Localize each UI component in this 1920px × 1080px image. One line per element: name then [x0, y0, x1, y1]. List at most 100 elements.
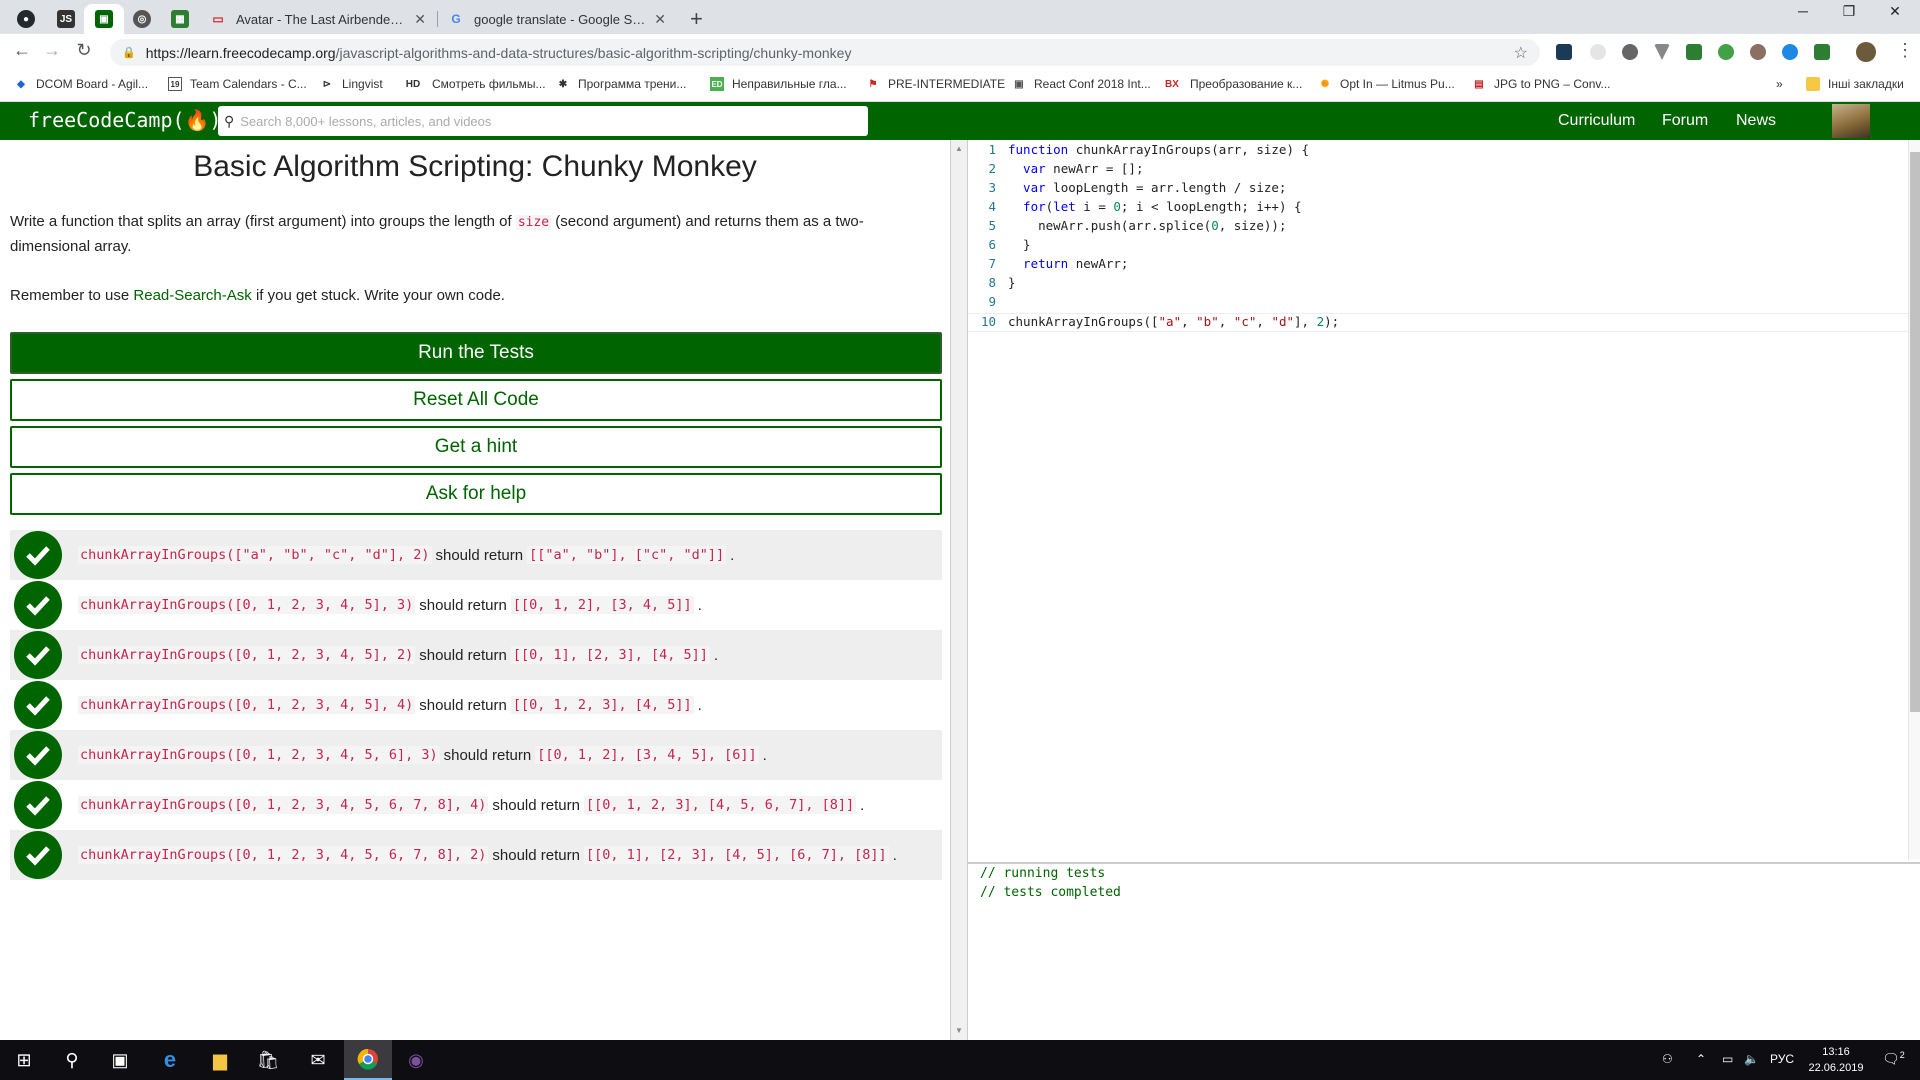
ed-icon: ED	[710, 77, 724, 91]
test-expected: [[0, 1], [2, 3], [4, 5], [6, 7], [8]]	[583, 846, 889, 864]
bookmark-item[interactable]: HD Смотреть фильмы...	[402, 77, 546, 91]
google-icon: G	[451, 12, 461, 26]
code-text: chunkArrayInGroups(arr, size) {	[1068, 142, 1310, 157]
pinned-tab-circle[interactable]: ◎	[122, 4, 162, 34]
search-icon[interactable]: ⚲	[48, 1040, 96, 1080]
bookmark-label: Неправильные гла...	[732, 77, 847, 91]
close-icon[interactable]: ✕	[414, 11, 426, 28]
test-end: .	[697, 596, 702, 614]
extension-badge-icon[interactable]	[1814, 44, 1830, 60]
bookmark-item[interactable]: ✱ Программа трени...	[556, 77, 687, 91]
reload-button[interactable]: ↻	[72, 40, 96, 61]
bookmark-item[interactable]: 19 Team Calendars - C...	[168, 77, 307, 91]
notifications-icon[interactable]: 🗨2	[1882, 1050, 1905, 1068]
user-avatar[interactable]	[1832, 104, 1870, 138]
vue-extension-icon[interactable]	[1654, 44, 1670, 60]
code-text: (	[1045, 199, 1054, 214]
address-bar[interactable]: 🔒 https://learn.freecodecamp.org/javascr…	[110, 39, 1540, 66]
jira-icon: ◆	[17, 78, 25, 90]
bookmark-star-icon[interactable]: ☆	[1514, 43, 1528, 63]
extension-icon[interactable]	[1782, 44, 1798, 60]
code-line: 2 var newArr = [];	[968, 161, 1908, 180]
line-number: 7	[988, 256, 996, 271]
forward-button[interactable]: →	[40, 40, 64, 61]
chevron-up-icon[interactable]: ⌃	[1696, 1052, 1706, 1066]
litmus-icon: ✺	[1320, 78, 1330, 90]
mail-icon[interactable]: ✉	[294, 1040, 342, 1080]
windows-start-icon[interactable]: ⊞	[0, 1040, 48, 1080]
fcc-logo[interactable]: freeCodeCamp(🔥)	[28, 108, 221, 132]
line-number: 8	[988, 275, 996, 290]
tab-google-search[interactable]: G google translate - Google Search ✕	[438, 4, 676, 34]
get-hint-button[interactable]: Get a hint	[10, 426, 942, 468]
back-button[interactable]: ←	[10, 40, 34, 61]
tab-avatar[interactable]: ▭ Avatar - The Last Airbender / Ав ✕	[200, 4, 436, 34]
pinned-tab-js[interactable]: JS	[46, 4, 86, 34]
line-number: 3	[988, 180, 996, 195]
scrollbar-thumb[interactable]	[1910, 152, 1920, 712]
extension-icon[interactable]	[1622, 44, 1638, 60]
bookmark-item[interactable]: ED Неправильные гла...	[710, 77, 847, 91]
bookmark-item[interactable]: ▣ React Conf 2018 Int...	[1012, 77, 1150, 91]
nav-forum[interactable]: Forum	[1662, 112, 1708, 130]
pane-splitter[interactable]: ▲ ▼	[950, 140, 968, 1040]
scroll-down-icon[interactable]: ▼	[955, 1026, 963, 1035]
bookmark-item[interactable]: ◆ DCOM Board - Agil...	[14, 77, 148, 91]
recycle-extension-icon[interactable]	[1718, 44, 1734, 60]
language-indicator[interactable]: РУС	[1770, 1052, 1794, 1066]
pinned-tab-freecodecamp[interactable]: ▣	[84, 4, 124, 34]
other-bookmarks[interactable]: Інші закладки	[1806, 77, 1904, 91]
scroll-up-icon[interactable]: ▲	[955, 144, 963, 153]
volume-icon[interactable]: 🔈	[1744, 1052, 1759, 1066]
bookmark-item[interactable]: ⊳ Lingvist	[320, 77, 383, 91]
people-icon[interactable]: ⚇	[1662, 1052, 1673, 1066]
edge-icon[interactable]: e	[146, 1040, 194, 1080]
code-text: }	[1008, 275, 1016, 290]
read-search-ask-link[interactable]: Read-Search-Ask	[133, 287, 251, 304]
close-window-button[interactable]: ✕	[1872, 3, 1918, 20]
react-devtools-extension-icon[interactable]	[1556, 44, 1572, 60]
bug-icon: ✱	[558, 78, 568, 90]
extension-icon[interactable]	[1750, 44, 1766, 60]
extension-icon[interactable]	[1590, 44, 1606, 60]
search-input[interactable]	[240, 113, 841, 129]
nav-news[interactable]: News	[1736, 112, 1776, 130]
code-text: ; i < loopLength; i++) {	[1120, 199, 1302, 214]
profile-avatar[interactable]	[1856, 42, 1876, 62]
minimize-button[interactable]: ─	[1780, 3, 1826, 19]
pinned-tab-sheet[interactable]: ▦	[160, 4, 200, 34]
bookmarks-overflow-button[interactable]: »	[1776, 77, 1783, 91]
nav-curriculum[interactable]: Curriculum	[1558, 112, 1635, 130]
network-icon[interactable]: ▭	[1722, 1052, 1733, 1066]
ask-for-help-button[interactable]: Ask for help	[10, 473, 942, 515]
task-view-icon[interactable]: ▣	[96, 1040, 144, 1080]
extension-icon[interactable]	[1686, 44, 1702, 60]
code-text: );	[1324, 314, 1340, 329]
close-icon[interactable]: ✕	[654, 11, 666, 28]
restore-button[interactable]: ❐	[1826, 3, 1872, 20]
check-icon	[14, 831, 62, 879]
store-icon[interactable]: 🛍	[244, 1040, 292, 1080]
bookmark-item[interactable]: ⚑ PRE-INTERMEDIATE	[866, 77, 1006, 91]
hd-icon: HD	[405, 78, 421, 90]
viber-icon[interactable]: ◉	[392, 1040, 440, 1080]
file-explorer-icon[interactable]: ▆	[196, 1040, 244, 1080]
code-line: 1 function chunkArrayInGroups(arr, size) …	[968, 142, 1908, 161]
clock[interactable]: 13:16 22.06.2019	[1806, 1044, 1866, 1076]
chrome-icon[interactable]	[344, 1040, 392, 1080]
reset-code-button[interactable]: Reset All Code	[10, 379, 942, 421]
notification-count: 2	[1899, 1050, 1905, 1060]
chrome-menu-icon[interactable]: ⋮	[1896, 40, 1914, 61]
pinned-tab-github[interactable]: ●	[6, 4, 46, 34]
bookmark-item[interactable]: ▤ JPG to PNG – Conv...	[1472, 77, 1610, 91]
bookmark-item[interactable]: ✺ Opt In — Litmus Pu...	[1318, 77, 1455, 91]
bookmark-item[interactable]: BX Преобразование к...	[1162, 77, 1302, 91]
test-expected: [[0, 1, 2], [3, 4, 5], [6]]	[535, 746, 759, 764]
editor-scrollbar[interactable]	[1908, 140, 1920, 860]
browser-toolbar: ← → ↻ 🔒 https://learn.freecodecamp.org/j…	[0, 34, 1920, 70]
code-editor[interactable]: 1 function chunkArrayInGroups(arr, size) …	[968, 140, 1920, 860]
check-icon	[14, 631, 62, 679]
run-tests-button[interactable]: Run the Tests	[10, 332, 942, 374]
windows-taskbar: ⊞ ⚲ ▣ e ▆ 🛍 ✉ ◉ ⚇ ⌃ ▭ 🔈 РУС 13:16 22.06.…	[0, 1040, 1920, 1080]
new-tab-button[interactable]: +	[690, 6, 703, 32]
